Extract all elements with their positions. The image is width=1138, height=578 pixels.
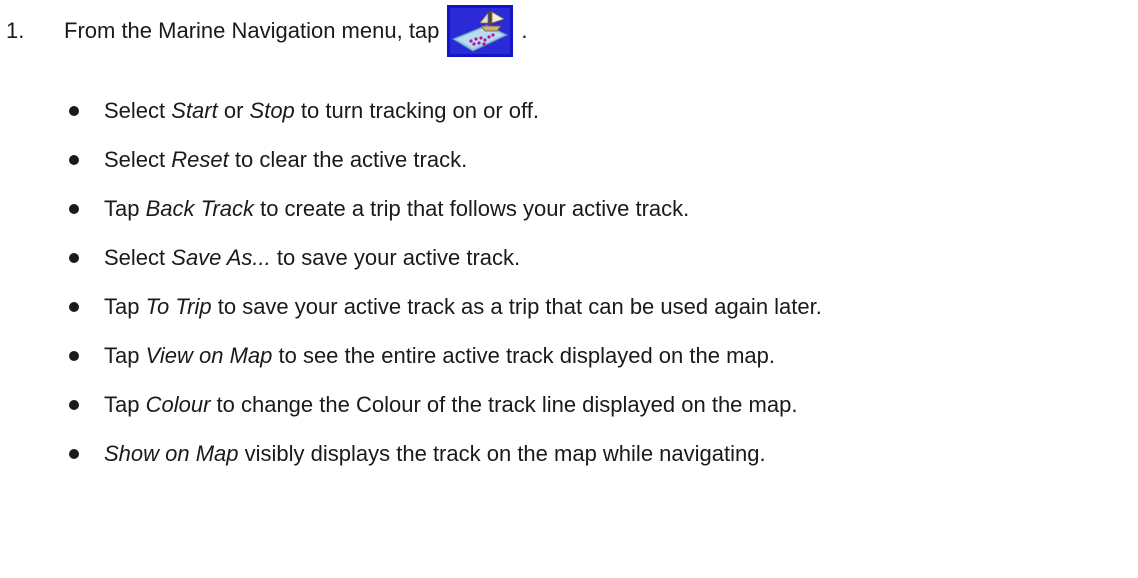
list-item: Select Save As... to save your active tr… [64, 238, 520, 278]
list-item: Tap Back Track to create a trip that fol… [64, 189, 689, 229]
step-period: . [521, 18, 528, 43]
bullet-icon [69, 253, 79, 263]
list-item: Show on Map visibly displays the track o… [64, 434, 766, 474]
bullet-text: Tap Colour to change the Colour of the t… [104, 392, 798, 417]
step-1: 1. From the Marine Navigation menu, tap [6, 5, 528, 57]
bullet-text: Select Save As... to save your active tr… [104, 245, 521, 270]
track-manager-icon [447, 5, 514, 57]
bullet-icon [69, 351, 79, 361]
bullet-icon [69, 204, 79, 214]
step-number: 1. [6, 18, 25, 43]
bullet-icon [69, 155, 79, 165]
bullet-text: Select Reset to clear the active track. [104, 147, 468, 172]
bullet-icon [69, 106, 79, 116]
bullet-icon [69, 400, 79, 410]
list-item: Tap View on Map to see the entire active… [64, 336, 775, 376]
list-item: Select Start or Stop to turn tracking on… [64, 91, 539, 131]
list-item: Select Reset to clear the active track. [64, 140, 467, 180]
list-item: Tap Colour to change the Colour of the t… [64, 385, 797, 425]
bullet-text: Show on Map visibly displays the track o… [104, 441, 766, 466]
bullet-text: Select Start or Stop to turn tracking on… [104, 98, 539, 123]
bullet-icon [69, 302, 79, 312]
bullet-text: Tap View on Map to see the entire active… [104, 343, 775, 368]
step-instruction: From the Marine Navigation menu, tap [64, 18, 440, 43]
bullet-icon [69, 449, 79, 459]
bullet-text: Tap Back Track to create a trip that fol… [104, 196, 690, 221]
list-item: Tap To Trip to save your active track as… [64, 287, 822, 327]
bullet-text: Tap To Trip to save your active track as… [104, 294, 822, 319]
